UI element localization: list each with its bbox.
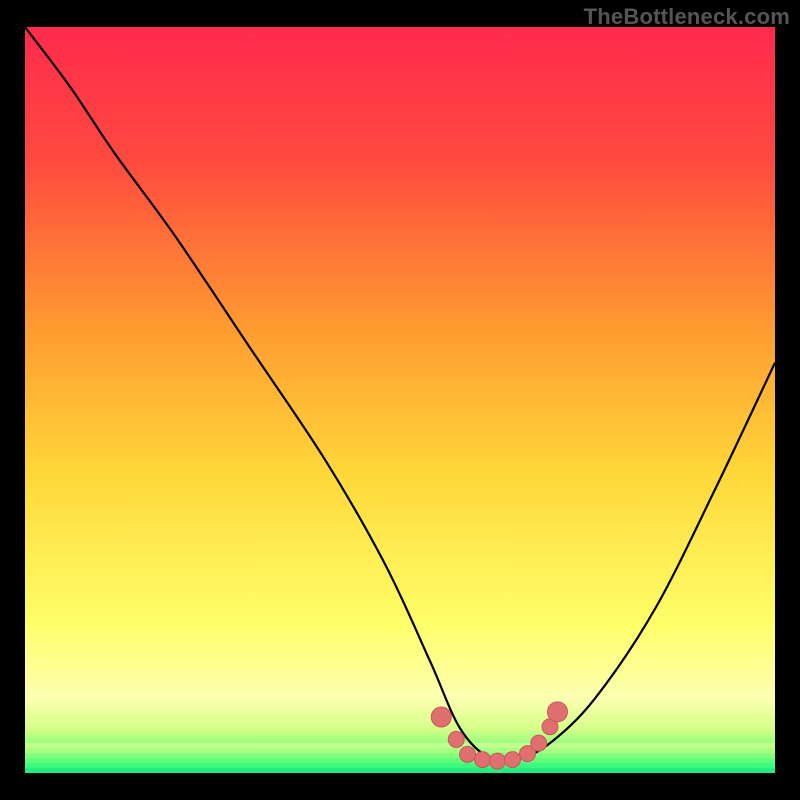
marker-dot — [531, 735, 547, 751]
marker-dot — [431, 707, 451, 727]
chart-svg — [25, 27, 775, 773]
marker-dot — [448, 731, 464, 747]
marker-dot — [548, 702, 568, 722]
green-band — [25, 768, 775, 773]
green-band — [25, 753, 775, 758]
marker-dot — [505, 752, 521, 768]
green-band — [25, 763, 775, 768]
green-band — [25, 743, 775, 748]
green-band — [25, 758, 775, 763]
gradient-background — [25, 27, 775, 773]
watermark-text: TheBottleneck.com — [584, 4, 790, 30]
green-band — [25, 748, 775, 753]
plot-area — [25, 27, 775, 773]
chart-stage: TheBottleneck.com — [0, 0, 800, 800]
bottom-green-bands — [25, 743, 775, 773]
marker-dot — [460, 746, 476, 762]
marker-dot — [490, 753, 506, 769]
marker-dot — [475, 752, 491, 768]
